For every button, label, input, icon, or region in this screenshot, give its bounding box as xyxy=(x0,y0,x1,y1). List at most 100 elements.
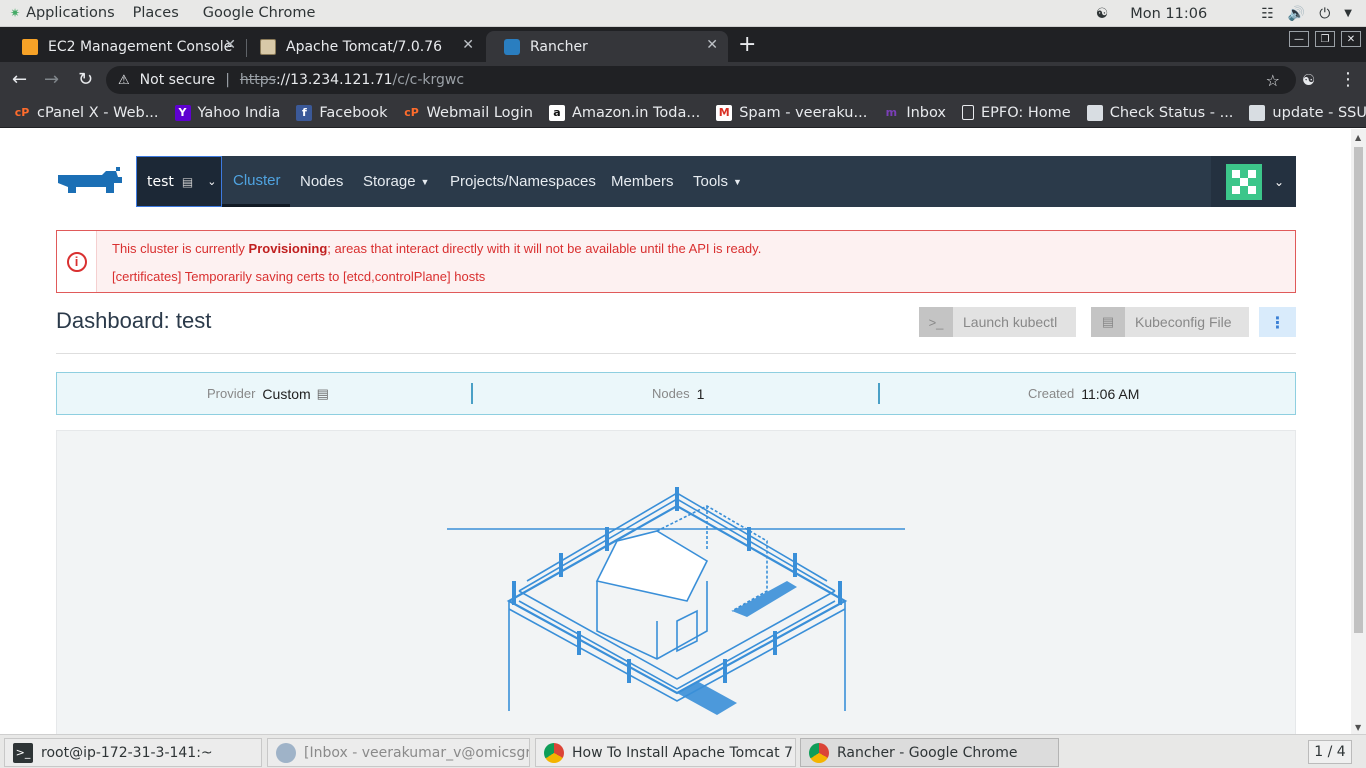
page-viewport: test ▤ ⌄ Cluster Nodes Storage ▼ Projects… xyxy=(0,129,1351,734)
bookmark-item[interactable]: f Facebook xyxy=(296,104,388,121)
url-host: ://13.234.121.71 xyxy=(275,72,393,88)
cluster-name: test xyxy=(147,173,174,190)
more-actions-kebab-icon[interactable]: ⋮ xyxy=(1259,307,1296,337)
nav-projects-namespaces[interactable]: Projects/Namespaces xyxy=(450,156,596,207)
page-scrollbar[interactable]: ▲ ▼ xyxy=(1351,129,1366,734)
clipboard-icon[interactable]: ▤ xyxy=(317,386,329,402)
close-icon[interactable]: ✕ xyxy=(224,37,236,53)
inbox-icon: m xyxy=(885,105,898,119)
bookmark-item[interactable]: Check Status - ... xyxy=(1086,104,1233,121)
launch-kubectl-button[interactable]: >_ Launch kubectl xyxy=(919,307,1076,337)
nav-storage[interactable]: Storage ▼ xyxy=(363,156,429,207)
close-icon[interactable]: ✕ xyxy=(462,37,474,53)
cluster-info-bar: Provider Custom ▤ Nodes 1 Created 11:06 … xyxy=(56,372,1296,415)
taskbar-item-thunderbird[interactable]: [Inbox - veerakumar_v@omicsgroup... xyxy=(267,738,530,767)
bookmark-star-icon[interactable]: ☆ xyxy=(1266,71,1280,90)
rancher-logo[interactable] xyxy=(56,165,124,199)
banner-detail: [certificates] Temporarily saving certs … xyxy=(112,269,486,284)
scroll-down-icon[interactable]: ▼ xyxy=(1355,723,1361,732)
url-protocol: https xyxy=(239,72,276,88)
minimize-button[interactable]: — xyxy=(1289,31,1309,47)
error-icon: i xyxy=(66,251,87,272)
address-bar[interactable]: ⚠ Not secure | https ://13.234.121.71 /c… xyxy=(106,66,1296,94)
cpanel-icon: cP xyxy=(404,105,419,119)
bookmark-item[interactable]: cP cPanel X - Web... xyxy=(14,105,159,121)
provisioning-banner: i This cluster is currently Provisioning… xyxy=(56,230,1296,293)
chevron-down-icon: ⌄ xyxy=(1274,174,1285,189)
tab-rancher[interactable]: Rancher ✕ xyxy=(486,31,728,62)
bookmark-item[interactable]: a Amazon.in Toda... xyxy=(548,104,700,121)
extension-icon[interactable]: ☯ xyxy=(1302,70,1315,90)
gnome-taskbar: >_ root@ip-172-31-3-141:~ [Inbox - veera… xyxy=(0,734,1366,768)
nav-members[interactable]: Members xyxy=(611,156,674,207)
volume-icon[interactable]: 🔊 xyxy=(1288,6,1305,22)
scrollbar-thumb[interactable] xyxy=(1354,147,1363,633)
image-icon xyxy=(1086,104,1103,121)
bookmark-item[interactable]: update - SSUP xyxy=(1249,104,1366,121)
back-arrow-icon[interactable]: ← xyxy=(12,70,27,90)
bookmarks-bar: cP cPanel X - Web... Y Yahoo India f Facebo… xyxy=(0,98,1366,128)
tab-tomcat[interactable]: Apache Tomcat/7.0.76 ✕ xyxy=(242,31,484,62)
nav-tools[interactable]: Tools ▼ xyxy=(693,156,742,207)
maximize-button[interactable]: ❐ xyxy=(1315,31,1335,47)
taskbar-item-chrome-rancher[interactable]: Rancher - Google Chrome xyxy=(800,738,1059,767)
warning-icon[interactable]: ⚠ xyxy=(118,73,130,88)
banner-message: This cluster is currently Provisioning; … xyxy=(112,241,762,256)
applications-menu[interactable]: ✷ Applications xyxy=(0,0,127,27)
scroll-up-icon[interactable]: ▲ xyxy=(1355,133,1361,142)
avatar xyxy=(1226,163,1262,200)
created-info: Created 11:06 AM xyxy=(1028,385,1140,402)
bookmark-item[interactable]: EPFO: Home xyxy=(962,105,1071,121)
terminal-icon: >_ xyxy=(919,307,953,337)
image-icon xyxy=(1249,104,1266,121)
tomcat-icon xyxy=(260,38,276,55)
chrome-icon xyxy=(544,742,564,763)
menu-kebab-icon[interactable]: ⋮ xyxy=(1339,70,1357,90)
reload-icon[interactable]: ↻ xyxy=(78,70,93,90)
forward-arrow-icon[interactable]: → xyxy=(44,70,59,90)
bookmark-item[interactable]: cP Webmail Login xyxy=(404,105,533,121)
divider xyxy=(56,353,1296,354)
page-icon xyxy=(962,105,974,120)
tab-ec2[interactable]: EC2 Management Console ✕ xyxy=(4,31,246,62)
rancher-header: test ▤ ⌄ Cluster Nodes Storage ▼ Projects… xyxy=(56,156,1296,207)
cluster-selector[interactable]: test ▤ ⌄ xyxy=(136,156,222,207)
chevron-down-icon: ⌄ xyxy=(207,175,217,188)
taskbar-item-terminal[interactable]: >_ root@ip-172-31-3-141:~ xyxy=(4,738,262,767)
power-icon[interactable]: ⏻ xyxy=(1319,6,1330,22)
system-menu-chevron-icon[interactable]: ▼ xyxy=(1344,8,1352,19)
chrome-icon xyxy=(809,742,829,763)
chevron-down-icon: ▼ xyxy=(420,176,430,187)
clock[interactable]: Mon 11:06 xyxy=(1130,6,1207,22)
facebook-icon: f xyxy=(296,104,313,121)
divider xyxy=(471,383,473,404)
file-icon: ▤ xyxy=(1091,307,1125,337)
close-icon[interactable]: ✕ xyxy=(706,37,718,53)
bookmark-item[interactable]: Y Yahoo India xyxy=(174,104,280,121)
new-tab-button[interactable]: + xyxy=(738,34,756,56)
thunderbird-icon xyxy=(276,742,296,763)
bookmark-item[interactable]: m Inbox xyxy=(883,105,946,121)
barn-illustration xyxy=(447,487,905,715)
gmail-icon: M xyxy=(716,104,733,121)
nodes-info: Nodes 1 xyxy=(652,385,705,402)
app-menu[interactable]: Google Chrome xyxy=(191,0,328,27)
nav-nodes[interactable]: Nodes xyxy=(300,156,343,207)
user-menu[interactable]: ⌄ xyxy=(1211,156,1296,207)
taskbar-item-chrome-tomcat[interactable]: How To Install Apache Tomcat 7 on... xyxy=(535,738,796,767)
divider xyxy=(878,383,880,404)
bookmark-item[interactable]: M Spam - veeraku... xyxy=(716,104,867,121)
tab-strip: EC2 Management Console ✕ Apache Tomcat/7… xyxy=(0,27,1366,62)
chevron-down-icon: ▼ xyxy=(733,176,742,187)
close-window-button[interactable]: ✕ xyxy=(1341,31,1361,47)
network-icon[interactable]: ☷ xyxy=(1261,6,1274,22)
security-status[interactable]: Not secure xyxy=(140,72,216,88)
kubeconfig-file-button[interactable]: ▤ Kubeconfig File xyxy=(1091,307,1249,337)
workspace-pager[interactable]: 1 / 4 xyxy=(1308,740,1352,764)
places-menu[interactable]: Places xyxy=(127,0,191,27)
applications-icon: ✷ xyxy=(10,6,21,20)
terminal-icon: >_ xyxy=(13,742,33,763)
gnome-top-bar: ✷ Applications Places Google Chrome ☯ Mo… xyxy=(0,0,1366,27)
accessibility-icon[interactable]: ☯ xyxy=(1096,6,1109,22)
nav-cluster[interactable]: Cluster xyxy=(222,156,290,207)
